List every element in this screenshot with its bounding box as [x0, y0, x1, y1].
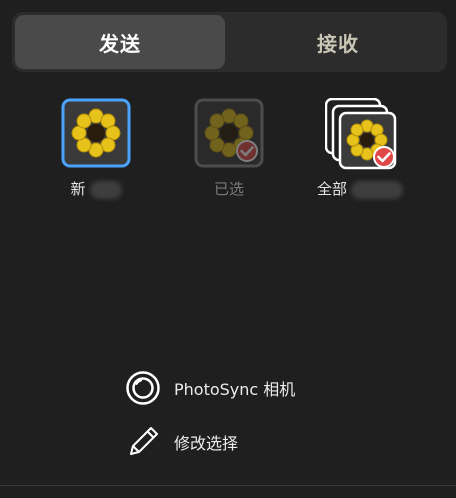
photosync-send-panel: 发送 接收 新 已选 全部 PhotoSync 相机 修改选择 — [0, 0, 456, 498]
send-receive-segmented-control: 发送 接收 — [12, 12, 447, 72]
album-tile-all[interactable]: 全部 — [300, 97, 420, 208]
album-tile-selected[interactable]: 已选 — [169, 98, 289, 208]
edit-selection-button[interactable]: 修改选择 — [125, 424, 238, 460]
tab-receive[interactable]: 接收 — [232, 15, 444, 69]
checkmark-badge-icon — [373, 146, 395, 168]
album-tile-new[interactable]: 新 — [36, 98, 156, 208]
pencil-icon — [125, 424, 161, 460]
redacted-count — [89, 180, 122, 199]
selected-photos-thumbnail — [194, 98, 264, 168]
album-label-new: 新 — [36, 178, 156, 199]
bottom-divider — [0, 485, 456, 486]
new-photos-thumbnail — [61, 98, 131, 168]
photosync-camera-button[interactable]: PhotoSync 相机 — [125, 370, 295, 406]
album-label-selected: 已选 — [213, 180, 244, 198]
checkmark-badge-icon — [236, 140, 258, 162]
album-label-all: 全部 — [300, 178, 420, 199]
tab-send[interactable]: 发送 — [15, 15, 225, 69]
camera-icon — [125, 370, 161, 406]
redacted-count — [351, 180, 403, 199]
edit-selection-label: 修改选择 — [174, 434, 239, 453]
camera-label: PhotoSync 相机 — [174, 380, 296, 399]
all-photos-thumbnail — [324, 97, 397, 170]
